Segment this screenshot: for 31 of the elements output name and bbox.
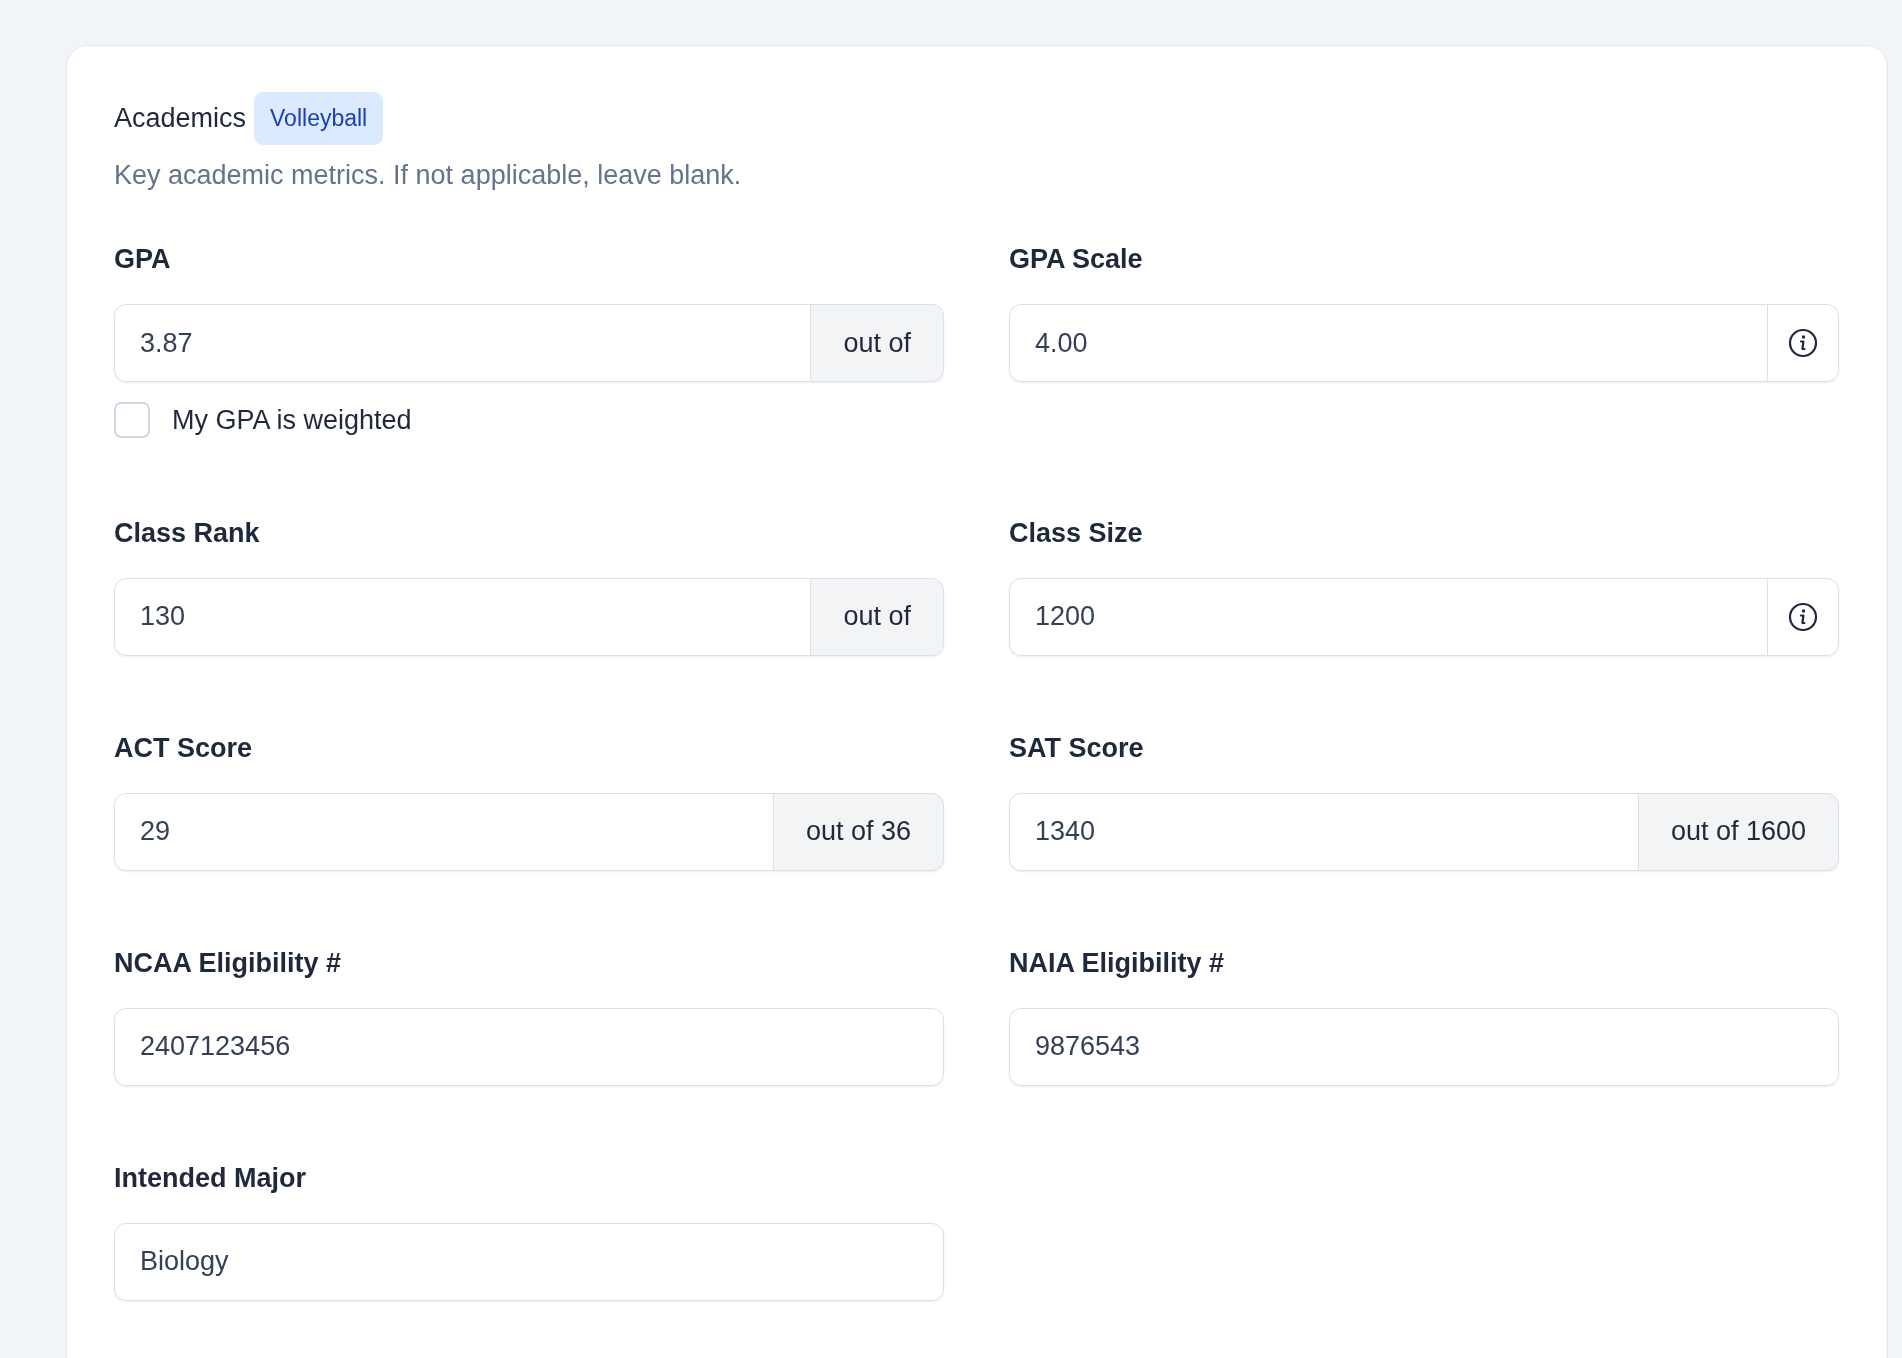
info-button[interactable] bbox=[1767, 577, 1839, 656]
field-label: GPA bbox=[114, 243, 171, 275]
field-label: SAT Score bbox=[1009, 731, 1144, 764]
field-label: Class Size bbox=[1009, 516, 1143, 549]
section-description: Key academic metrics. If not applicable, leave blank. bbox=[114, 158, 743, 192]
input-field[interactable]: 130 bbox=[114, 577, 812, 656]
input-field[interactable]: 29 bbox=[114, 792, 774, 871]
info-icon bbox=[1788, 601, 1818, 632]
input-field[interactable]: 1200 bbox=[1009, 577, 1768, 656]
field-label: Class Rank bbox=[114, 516, 260, 549]
field-label: Intended Major bbox=[114, 1161, 306, 1194]
input-field[interactable]: Biology bbox=[114, 1222, 944, 1301]
checkbox-label: My GPA is weighted bbox=[172, 404, 412, 437]
info-button[interactable] bbox=[1767, 304, 1839, 382]
input-field[interactable]: 4.00 bbox=[1009, 304, 1768, 382]
field-label: NAIA Eligibility # bbox=[1009, 946, 1225, 979]
info-icon bbox=[1788, 328, 1818, 358]
unit-suffix: out of 1600 bbox=[1637, 792, 1839, 871]
section-title: Academics bbox=[114, 102, 247, 135]
input-field[interactable]: 3.87 bbox=[114, 304, 812, 382]
input-field[interactable]: 2407123456 bbox=[114, 1007, 944, 1086]
unit-suffix: out of bbox=[810, 577, 944, 656]
input-field[interactable]: 1340 bbox=[1009, 792, 1639, 871]
checkbox[interactable] bbox=[114, 402, 150, 439]
field-label: GPA Scale bbox=[1009, 243, 1143, 275]
field-label: NCAA Eligibility # bbox=[114, 946, 342, 979]
sport-tag: Volleyball bbox=[254, 92, 384, 145]
input-field[interactable]: 9876543 bbox=[1009, 1007, 1839, 1086]
unit-suffix: out of bbox=[810, 304, 944, 382]
unit-suffix: out of 36 bbox=[772, 792, 944, 871]
field-label: ACT Score bbox=[114, 731, 253, 764]
